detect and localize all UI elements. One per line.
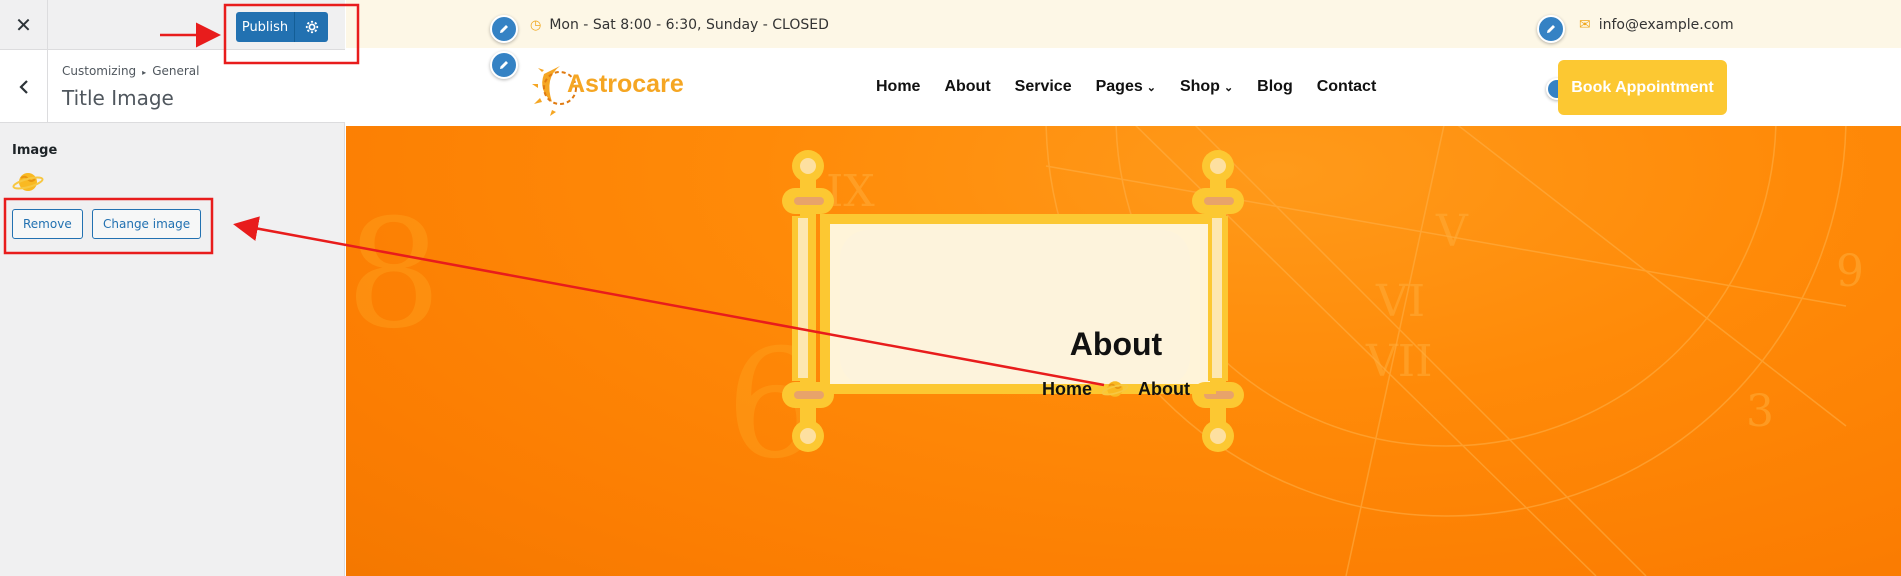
planet-separator-icon (1101, 381, 1129, 397)
svg-text:IX: IX (826, 166, 875, 217)
clock-icon: ◷ (530, 18, 542, 33)
svg-text:9: 9 (1836, 246, 1864, 297)
planet-thumbnail-icon[interactable] (12, 168, 44, 196)
hero-title: About (1069, 326, 1163, 362)
triangle-right-icon: ▸ (142, 68, 147, 77)
hero-breadcrumb-home[interactable]: Home (1042, 379, 1092, 400)
menu-item-pages-label: Pages (1095, 78, 1143, 95)
breadcrumb-item: General (152, 64, 200, 78)
publish-button[interactable]: Publish (236, 12, 294, 42)
site-navbar: Astrocare Home About Service Pages ⌄ Shop… (346, 48, 1901, 126)
book-appointment-button[interactable]: Book Appointment (1558, 60, 1727, 115)
breadcrumb-item: Customizing (62, 64, 137, 78)
chevron-down-icon: ⌄ (1223, 82, 1234, 94)
menu-item-home[interactable]: Home (876, 78, 920, 96)
image-label: Image (12, 143, 58, 158)
gear-icon[interactable] (294, 12, 328, 42)
page-title-hero: IX V VI VII 3 9 86 About Home About (346, 126, 1901, 576)
hero-breadcrumb-current: About (1138, 378, 1190, 399)
site-preview: ◷ Mon - Sat 8:00 - 6:30, Sunday - CLOSED … (346, 0, 1901, 576)
change-image-button[interactable]: Change image (92, 209, 202, 239)
section-title: Title Image (62, 86, 174, 110)
hero-breadcrumb: Home About (906, 377, 1326, 401)
main-menu: Home About Service Pages ⌄ Shop ⌄ Blog Con… (876, 78, 1400, 96)
edit-pencil-icon[interactable] (490, 15, 518, 43)
svg-text:V: V (1435, 206, 1469, 257)
svg-text:VI: VI (1375, 276, 1425, 327)
edit-pencil-icon[interactable] (490, 51, 518, 79)
menu-item-pages[interactable]: Pages ⌄ (1096, 78, 1156, 96)
menu-item-contact[interactable]: Contact (1317, 78, 1377, 96)
close-icon[interactable]: ✕ (0, 0, 48, 50)
menu-item-blog[interactable]: Blog (1257, 78, 1293, 96)
menu-item-shop-label: Shop (1179, 78, 1220, 95)
svg-text:3: 3 (1746, 386, 1774, 437)
contact-email-text[interactable]: info@example.com (1599, 17, 1734, 33)
menu-item-about[interactable]: About (944, 78, 990, 96)
svg-text:VII: VII (1365, 336, 1433, 387)
chevron-left-icon[interactable] (0, 50, 48, 123)
menu-item-service[interactable]: Service (1015, 78, 1072, 96)
customizer-sidebar: ✕ Publish Customizing ▸ General Title Imag… (0, 0, 345, 576)
site-topbar: ◷ Mon - Sat 8:00 - 6:30, Sunday - CLOSED … (346, 0, 1901, 48)
logo-text[interactable]: Astrocare (567, 70, 684, 99)
customizer-header: ✕ Publish (0, 0, 345, 50)
contact-email: ✉ info@example.com (1579, 17, 1734, 33)
chevron-down-icon: ⌄ (1146, 82, 1156, 94)
envelope-icon: ✉ (1579, 17, 1591, 33)
menu-item-shop[interactable]: Shop ⌄ (1180, 78, 1233, 96)
opening-hours-text: Mon - Sat 8:00 - 6:30, Sunday - CLOSED (549, 17, 829, 33)
breadcrumb: Customizing ▸ General (62, 64, 199, 78)
remove-image-button[interactable]: Remove (12, 209, 83, 239)
edit-pencil-icon[interactable] (1537, 15, 1565, 43)
svg-text:8: 8 (346, 188, 441, 362)
publish-group: Publish (236, 12, 328, 42)
section-header: Customizing ▸ General Title Image (0, 50, 345, 123)
opening-hours: ◷ Mon - Sat 8:00 - 6:30, Sunday - CLOSED (530, 17, 829, 33)
